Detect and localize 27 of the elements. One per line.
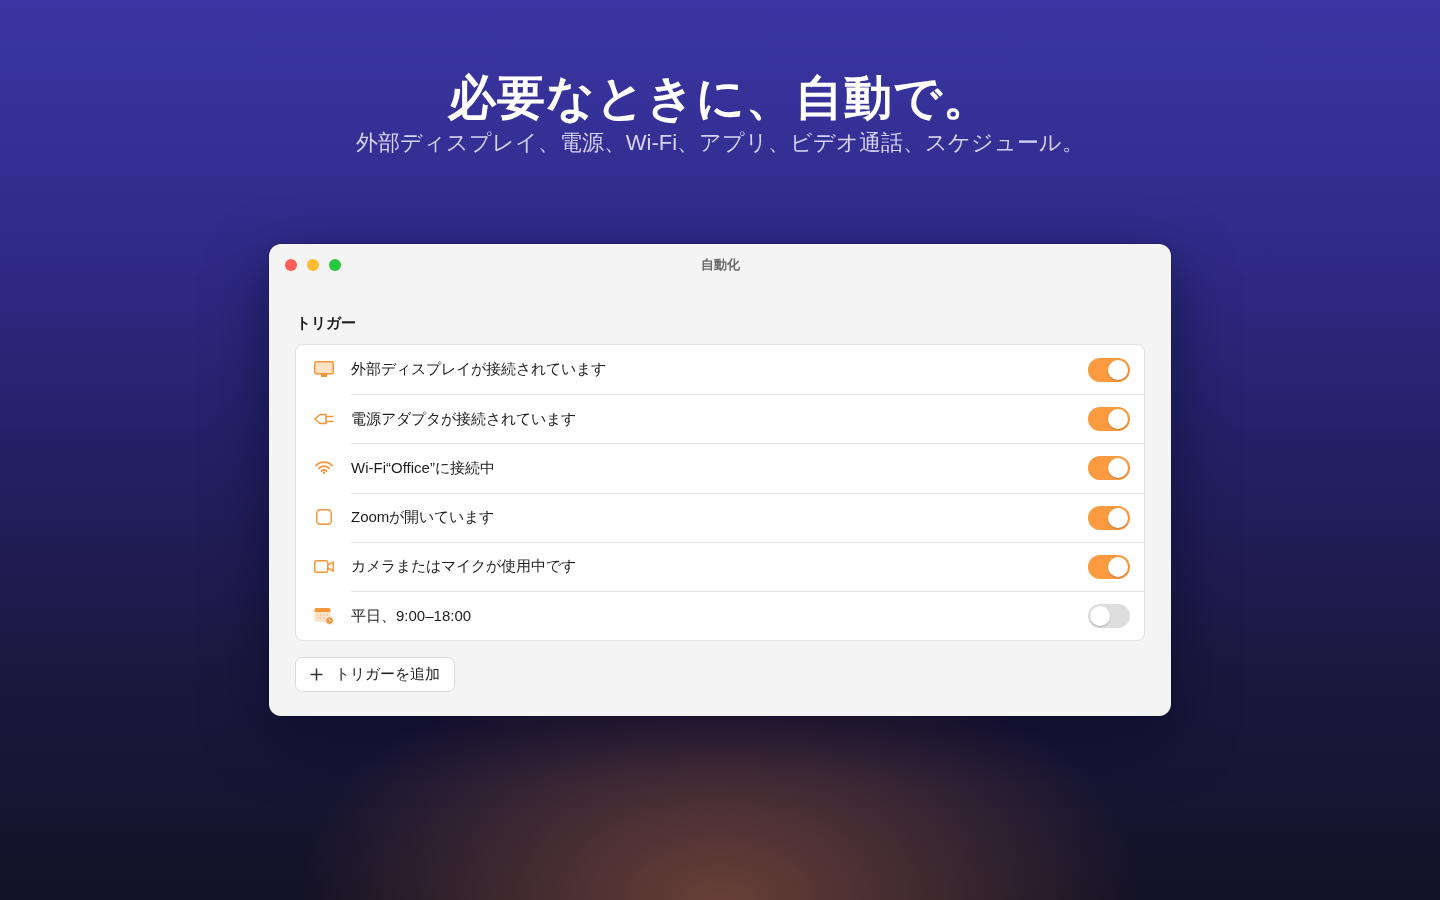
toggle-switch[interactable]: [1088, 554, 1130, 579]
toggle-switch[interactable]: [1088, 604, 1130, 629]
trigger-label: 外部ディスプレイが接続されています: [351, 360, 606, 380]
toggle-switch[interactable]: [1088, 505, 1130, 530]
headline: 必要なときに、自動で。: [447, 70, 993, 126]
trigger-label: Wi-Fi“Office”に接続中: [351, 458, 495, 478]
plug-icon: [314, 412, 334, 425]
app-square-icon: [316, 509, 332, 526]
trigger-label: カメラまたはマイクが使用中です: [351, 557, 576, 577]
add-trigger-button[interactable]: トリガーを追加: [295, 657, 455, 693]
video-camera-icon: [314, 559, 334, 573]
monitor-icon: [314, 361, 334, 379]
toggle-switch[interactable]: [1088, 456, 1130, 481]
window-title: 自動化: [700, 256, 740, 274]
minimize-button[interactable]: [307, 259, 319, 271]
zoom-button[interactable]: [329, 259, 341, 271]
trigger-label: 電源アダプタが接続されています: [351, 409, 576, 429]
calendar-clock-icon: [314, 606, 334, 625]
section-heading: トリガー: [296, 314, 356, 332]
trigger-label: 平日、9:00–18:00: [351, 606, 472, 626]
plus-icon: [310, 668, 323, 682]
subheadline: 外部ディスプレイ、電源、Wi-Fi、アプリ、ビデオ通話、スケジュール。: [355, 129, 1085, 157]
trigger-label: Zoomが開いています: [351, 508, 495, 528]
close-button[interactable]: [285, 259, 297, 271]
wifi-icon: [315, 461, 333, 475]
toggle-switch[interactable]: [1088, 407, 1130, 432]
toggle-switch[interactable]: [1088, 357, 1130, 382]
